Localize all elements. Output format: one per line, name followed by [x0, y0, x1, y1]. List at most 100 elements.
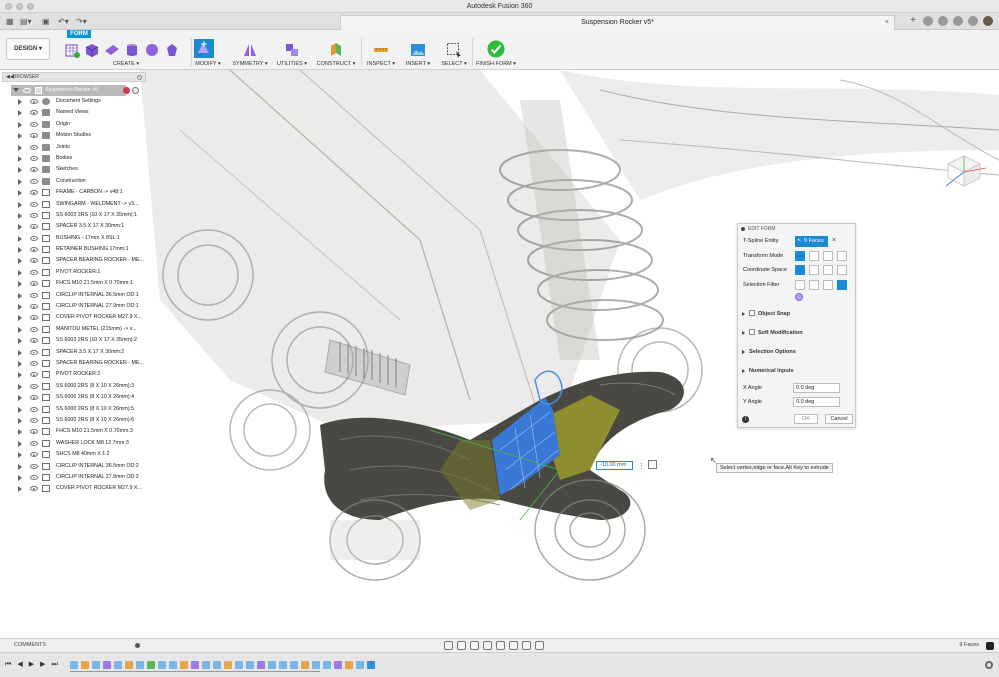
box-icon[interactable]: [84, 42, 100, 58]
construct-plane-icon[interactable]: [328, 42, 344, 58]
translate-mode-icon[interactable]: [809, 250, 819, 261]
expand-arrow-icon[interactable]: [18, 440, 22, 447]
select-window-icon[interactable]: [446, 42, 462, 58]
rotate-mode-icon[interactable]: [823, 250, 833, 261]
browser-tree-item[interactable]: MANITOU METEL (215mm) -> v...: [2, 324, 146, 335]
timeline-feature-icon[interactable]: [191, 661, 199, 669]
visibility-eye-icon[interactable]: [30, 292, 38, 298]
cancel-button[interactable]: Cancel: [825, 414, 853, 424]
collapse-browser-icon[interactable]: ◀◀: [6, 73, 14, 82]
browser-tree-item[interactable]: CIRCLIP INTERNAL 27.9mm OD:1: [2, 301, 146, 312]
browser-tree-item[interactable]: SPACER BEARING ROCKER - ME...: [2, 255, 146, 266]
visibility-eye-icon[interactable]: [30, 474, 38, 480]
expand-arrow-icon[interactable]: [18, 235, 22, 242]
record-icon[interactable]: [123, 87, 130, 94]
visibility-eye-icon[interactable]: [30, 383, 38, 389]
play-icon[interactable]: ▶: [29, 661, 34, 669]
browser-tree-item[interactable]: SWINGARM - WELDMENT -> v3...: [2, 199, 146, 210]
utilities-icon[interactable]: [284, 42, 300, 58]
visibility-eye-icon[interactable]: [30, 190, 38, 196]
expand-arrow-icon[interactable]: [18, 167, 22, 174]
select-group[interactable]: SELECT ▾: [440, 39, 468, 69]
x-angle-field[interactable]: 0.0 deg: [793, 383, 840, 393]
browser-tree-item[interactable]: Named Views: [2, 107, 146, 118]
visibility-eye-icon[interactable]: [30, 429, 38, 435]
root-eye-icon[interactable]: [23, 88, 31, 93]
edge-filter-icon[interactable]: [809, 279, 819, 290]
visibility-eye-icon[interactable]: [30, 133, 38, 139]
visibility-eye-icon[interactable]: [30, 360, 38, 366]
minimize-window-button[interactable]: [16, 3, 23, 10]
expand-arrow-icon[interactable]: [18, 463, 22, 470]
expand-arrow-icon[interactable]: [18, 258, 22, 265]
insert-image-icon[interactable]: [410, 42, 426, 58]
selection-filter-status-icon[interactable]: [986, 642, 994, 650]
timeline-feature-icon[interactable]: [92, 661, 100, 669]
expand-arrow-icon[interactable]: [18, 304, 22, 311]
window-controls[interactable]: [5, 3, 34, 10]
timeline-feature-icon[interactable]: [356, 661, 364, 669]
browser-tree-item[interactable]: Sketches: [2, 164, 146, 175]
tab-form[interactable]: FORM: [67, 30, 91, 38]
timeline-feature-icon[interactable]: [257, 661, 265, 669]
help-icon[interactable]: [968, 16, 978, 26]
body-filter-icon[interactable]: [795, 293, 803, 301]
visibility-eye-icon[interactable]: [30, 372, 38, 378]
zoom-icon[interactable]: [483, 641, 492, 650]
browser-tree-item[interactable]: CIRCLIP INTERNAL 27.9mm OD:2: [2, 472, 146, 483]
browser-tree-item[interactable]: Bodies: [2, 153, 146, 164]
timeline-feature-icon[interactable]: [301, 661, 309, 669]
timeline-feature-icon[interactable]: [169, 661, 177, 669]
expand-arrow-icon[interactable]: [18, 486, 22, 493]
symmetry-group[interactable]: SYMMETRY ▾: [232, 39, 268, 69]
avatar[interactable]: [983, 16, 993, 26]
expand-arrow-icon[interactable]: [18, 247, 22, 254]
browser-tree-item[interactable]: FRAME - CARBON -> v48:1: [2, 187, 146, 198]
timeline-feature-icon[interactable]: [334, 661, 342, 669]
selection-options-section[interactable]: Selection Options: [738, 343, 855, 362]
visibility-eye-icon[interactable]: [30, 452, 38, 458]
browser-tree-item[interactable]: FHCS M10 21.5mm X 0.70mm:3: [2, 426, 146, 437]
data-panel-icon[interactable]: ▦: [6, 17, 14, 26]
browser-tree-item[interactable]: CIRCLIP INTERNAL 36.5mm OD:1: [2, 290, 146, 301]
inspect-group[interactable]: INSPECT ▾: [366, 39, 396, 69]
edit-form-icon[interactable]: [194, 39, 214, 58]
timeline-feature-icon[interactable]: [202, 661, 210, 669]
expand-arrow-icon[interactable]: [18, 121, 22, 128]
expand-arrow-icon[interactable]: [18, 178, 22, 185]
y-angle-field[interactable]: 0.0 deg: [793, 397, 840, 407]
timeline-feature-icon[interactable]: [235, 661, 243, 669]
utilities-group[interactable]: UTILITIES ▾: [276, 39, 308, 69]
visibility-eye-icon[interactable]: [30, 144, 38, 150]
browser-tree-item[interactable]: SS 6000 2RS (8 X 10 X 26mm):4: [2, 392, 146, 403]
timeline-feature-icon[interactable]: [246, 661, 254, 669]
timeline-feature-icon[interactable]: [70, 661, 78, 669]
browser-tree-item[interactable]: Joints: [2, 142, 146, 153]
object-snap-checkbox[interactable]: [749, 310, 755, 316]
expand-arrow-icon[interactable]: [18, 99, 22, 105]
visibility-eye-icon[interactable]: [30, 155, 38, 161]
look-at-icon[interactable]: [457, 641, 466, 650]
world-space-icon[interactable]: [795, 265, 805, 275]
visibility-eye-icon[interactable]: [30, 395, 38, 401]
add-comment-icon[interactable]: [135, 643, 140, 648]
visibility-eye-icon[interactable]: [30, 349, 38, 355]
browser-tree-item[interactable]: PIVOT ROCKER:2: [2, 369, 146, 380]
view-space-icon[interactable]: [809, 265, 819, 275]
numerical-inputs-section[interactable]: Numerical Inputs: [738, 362, 855, 381]
visibility-eye-icon[interactable]: [30, 235, 38, 241]
edit-form-header[interactable]: EDIT FORM: [738, 224, 855, 234]
browser-tree-item[interactable]: FHCS M10 21.5mm X 0.70mm:1: [2, 278, 146, 289]
create-group[interactable]: CREATE ▾: [64, 39, 188, 69]
browser-tree-item[interactable]: SPACER BEARING ROCKER - ME...: [2, 358, 146, 369]
browser-tree-item[interactable]: SHCS M8 40mm X 1:2: [2, 449, 146, 460]
expand-arrow-icon[interactable]: [18, 269, 22, 276]
expand-arrow-icon[interactable]: [18, 144, 22, 151]
browser-tree-item[interactable]: SS 6000 2RS (8 X 10 X 26mm):3: [2, 381, 146, 392]
expand-arrow-icon[interactable]: [18, 133, 22, 140]
timeline-feature-icon[interactable]: [268, 661, 276, 669]
browser-tree-item[interactable]: SS 6000 2RS (8 X 10 X 26mm):5: [2, 404, 146, 415]
sphere-icon[interactable]: [144, 42, 160, 58]
timeline-feature-icon[interactable]: [125, 661, 133, 669]
browser-tree-item[interactable]: SS 6000 2RS (8 X 10 X 26mm):6: [2, 415, 146, 426]
